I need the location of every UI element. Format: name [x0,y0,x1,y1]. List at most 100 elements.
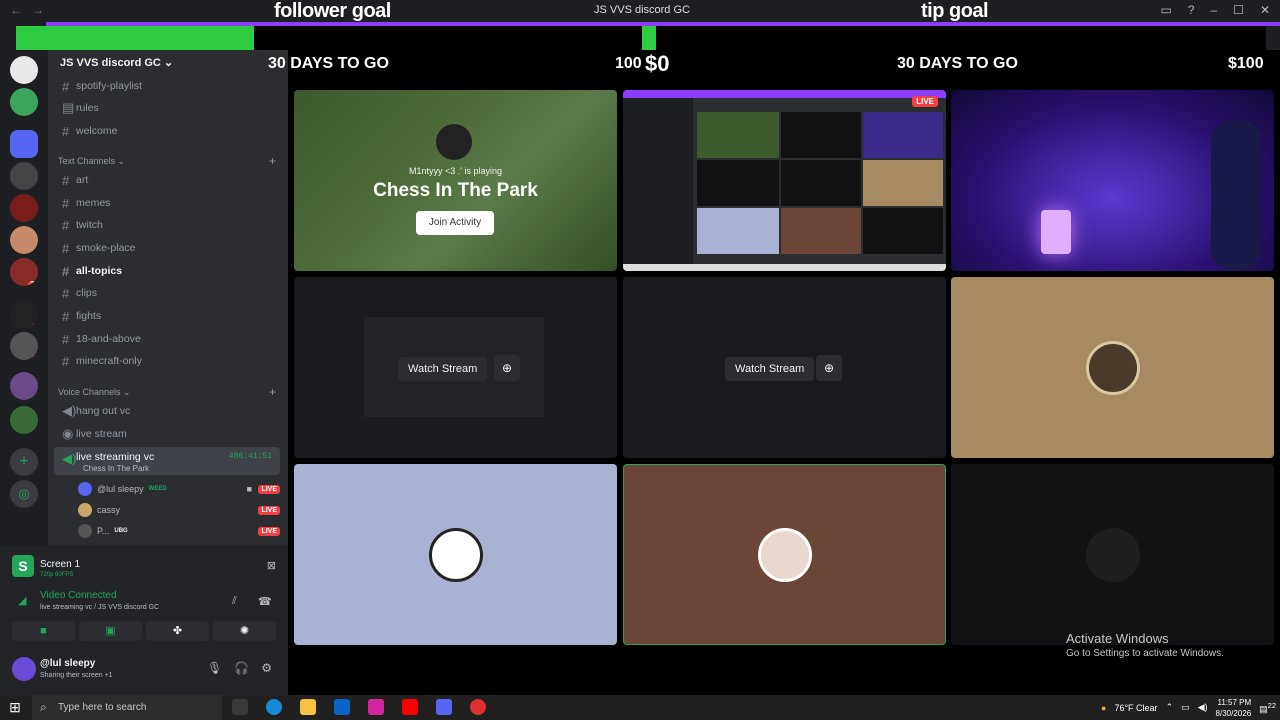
discord-icon[interactable] [436,699,452,715]
server-icon[interactable]: 21 [10,258,38,286]
minimize-button[interactable]: – [1210,3,1217,17]
screen-share-icon: S [12,555,34,577]
channel-spotify-playlist[interactable]: # spotify-playlist [54,76,280,96]
task-view-icon[interactable] [232,699,248,715]
user-tile[interactable] [294,464,617,645]
avatar [757,527,812,582]
add-server-icon[interactable]: + [10,448,38,476]
noise-suppression-icon[interactable]: ⫽ [232,595,237,608]
popout-icon[interactable]: ⊕ [494,355,520,381]
server-icon[interactable] [10,226,38,254]
watch-stream-button[interactable]: Watch Stream [398,357,488,381]
disconnect-icon[interactable]: ☎ [258,595,272,608]
user-status: Sharing their screen +1 [40,672,113,679]
stream-tile[interactable]: Watch Stream ⊕ [294,277,617,458]
avatar[interactable] [12,657,36,681]
server-icon[interactable] [10,194,38,222]
user-tile-speaking[interactable] [623,464,946,645]
camera-tile[interactable] [951,90,1274,271]
camera-button[interactable]: ■ [12,621,75,641]
youtube-icon[interactable] [402,699,418,715]
voice-channel-hang-out-vc[interactable]: ◀) hang out vc [54,401,280,421]
server-icon[interactable] [10,88,38,116]
channel-art[interactable]: # art [54,170,280,190]
user-tile[interactable] [951,464,1274,645]
server-icon[interactable]: 1 [10,300,38,328]
voice-channels-category[interactable]: Voice Channels ⌄ [58,387,131,398]
store-icon[interactable] [334,699,350,715]
username[interactable]: @lul sleepy [40,658,95,669]
join-activity-button[interactable]: Join Activity [416,211,494,235]
channel-memes[interactable]: # memes [54,193,280,213]
server-icon[interactable] [10,130,38,158]
activities-button[interactable]: ✤ [146,621,209,641]
popout-icon[interactable]: ⊕ [816,355,842,381]
help-icon[interactable]: ? [1188,3,1195,17]
server-icon[interactable]: 2 [10,332,38,360]
channel-minecraft-only[interactable]: # minecraft-only [54,351,280,371]
nav-arrows[interactable]: ← → [10,3,44,17]
screen-share-button[interactable]: ▣ [79,621,142,641]
stream-tile[interactable]: Watch Stream ⊕ [623,277,946,458]
soundboard-button[interactable]: ✺ [213,621,276,641]
windows-start-icon[interactable]: ⊞ [0,699,30,716]
avatar [436,124,472,160]
signal-icon[interactable]: ◢ [18,594,26,607]
clock[interactable]: 11:57 PM 8/30/2026 [1216,697,1252,719]
user-tile[interactable] [951,277,1274,458]
weather[interactable]: 76°F Clear [1114,703,1157,713]
gear-icon[interactable]: ⚙ [261,661,272,675]
channel-fights[interactable]: # fights [54,306,280,326]
inbox-icon[interactable]: ▭ [1160,3,1171,17]
voice-channel-live-streaming-vc[interactable]: ◀) live streaming vc 486:41:51 Chess In T… [54,447,280,475]
network-icon[interactable]: ▭ [1181,702,1190,713]
microphone-icon[interactable]: 🎙 [207,661,222,675]
headphones-icon[interactable]: 🎧 [234,661,249,675]
channel-rules[interactable]: ▤ rules [54,98,280,118]
server-icon[interactable] [10,406,38,434]
edge-icon[interactable] [266,699,282,715]
file-explorer-icon[interactable] [300,699,316,715]
instagram-icon[interactable] [368,699,384,715]
notification-icon[interactable]: ▤22 [1259,701,1276,715]
vc-member[interactable]: P... UBG LIVE [78,522,282,540]
server-icon-current[interactable]: 1 [10,56,38,84]
volume-icon[interactable]: ◀) [1198,702,1208,713]
add-voice-channel-icon[interactable]: + [269,385,276,399]
voice-connected-status[interactable]: Video Connected [40,590,117,601]
avatar [78,524,92,538]
channel-smoke-place[interactable]: # smoke-place [54,238,280,258]
follower-amount: $0 [645,51,670,76]
follower-days: 30 DAYS TO GO [268,55,389,72]
voice-channel-live-stream[interactable]: ◉ live stream [54,424,280,444]
taskbar-search[interactable]: ⌕ Type here to search [32,695,222,720]
stop-share-icon[interactable]: ⊠ [267,559,276,572]
explore-icon[interactable]: ◎ [10,480,38,508]
chevron-up-icon[interactable]: ⌃ [1166,702,1174,713]
video-grid: 30 DAYS TO GO 100 $0 30 DAYS TO GO $100 … [268,50,1280,695]
maximize-button[interactable]: ☐ [1233,3,1244,17]
voice-panel: S Screen 1 720p 60FPS ⊠ ◢ Video Connecte… [0,545,288,695]
channel-18-and-above[interactable]: #18-and-above [54,329,280,349]
channel-all-topics[interactable]: # all-topics [54,261,280,281]
server-icon[interactable] [10,372,38,400]
app-icon[interactable] [470,699,486,715]
vc-member[interactable]: @lul sleepy WEED ■ LIVE [78,480,282,498]
avatar [78,503,92,517]
server-icon[interactable] [10,162,38,190]
vc-timer: 486:41:51 [228,452,272,461]
avatar [428,527,483,582]
watch-stream-button[interactable]: Watch Stream [725,357,815,381]
server-name[interactable]: JS VVS discord GC ⌄ [60,56,173,69]
channel-twitch[interactable]: # twitch [54,215,280,235]
text-channels-category[interactable]: Text Channels ⌄ [58,156,125,167]
channel-clips[interactable]: # clips [54,283,280,303]
tip-goal-fill [642,26,656,50]
add-text-channel-icon[interactable]: + [269,154,276,168]
channel-welcome[interactable]: # welcome [54,121,280,141]
activity-tile[interactable]: M1ntyyy <3 .' is playing Chess In The Pa… [294,90,617,271]
vc-member[interactable]: cassy LIVE [78,501,282,519]
close-button[interactable]: ✕ [1260,3,1270,17]
window-controls: ▭ ? – ☐ ✕ [1160,3,1270,17]
screen-share-tile[interactable]: LIVE [623,90,946,271]
